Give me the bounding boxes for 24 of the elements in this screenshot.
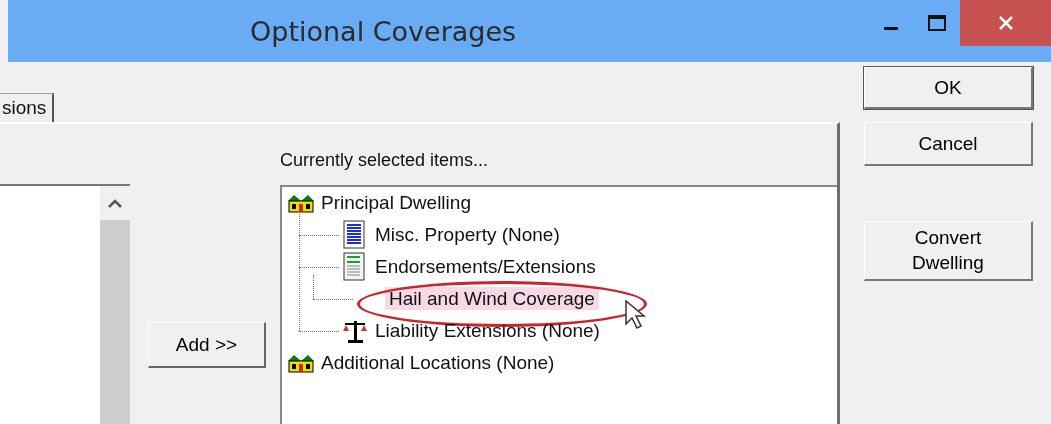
cursor-icon xyxy=(625,300,647,330)
minimize-icon xyxy=(884,26,898,30)
dialog-button[interactable]: Convert Dwelling xyxy=(864,221,1033,281)
scrollbar[interactable] xyxy=(100,186,130,424)
list-label: Currently selected items... xyxy=(280,150,489,170)
tree-item[interactable]: Additional Locations (None) xyxy=(317,351,559,374)
tree-item[interactable]: Endorsements/Extensions xyxy=(371,255,600,278)
tab[interactable]: sions xyxy=(0,93,55,123)
tree-item[interactable]: Hail and Wind Coverage xyxy=(385,287,599,310)
document-icon xyxy=(343,252,367,282)
add-button[interactable]: Add >> xyxy=(148,322,266,368)
house-icon xyxy=(288,353,314,373)
tree-item[interactable]: Liability Extensions (None) xyxy=(371,319,604,342)
scroll-up-icon[interactable] xyxy=(108,198,122,208)
close-icon xyxy=(997,15,1014,31)
dialog-button[interactable]: Cancel xyxy=(864,122,1033,166)
house-icon xyxy=(288,193,314,213)
dialog-button[interactable]: OK xyxy=(864,67,1033,109)
window-title: Optional Coverages xyxy=(250,16,517,47)
tree-item[interactable]: Misc. Property (None) xyxy=(371,223,564,246)
maximize-icon xyxy=(928,15,946,31)
document-icon xyxy=(343,220,367,250)
scales-icon xyxy=(342,318,368,344)
tree-item[interactable]: Principal Dwelling xyxy=(317,191,475,214)
